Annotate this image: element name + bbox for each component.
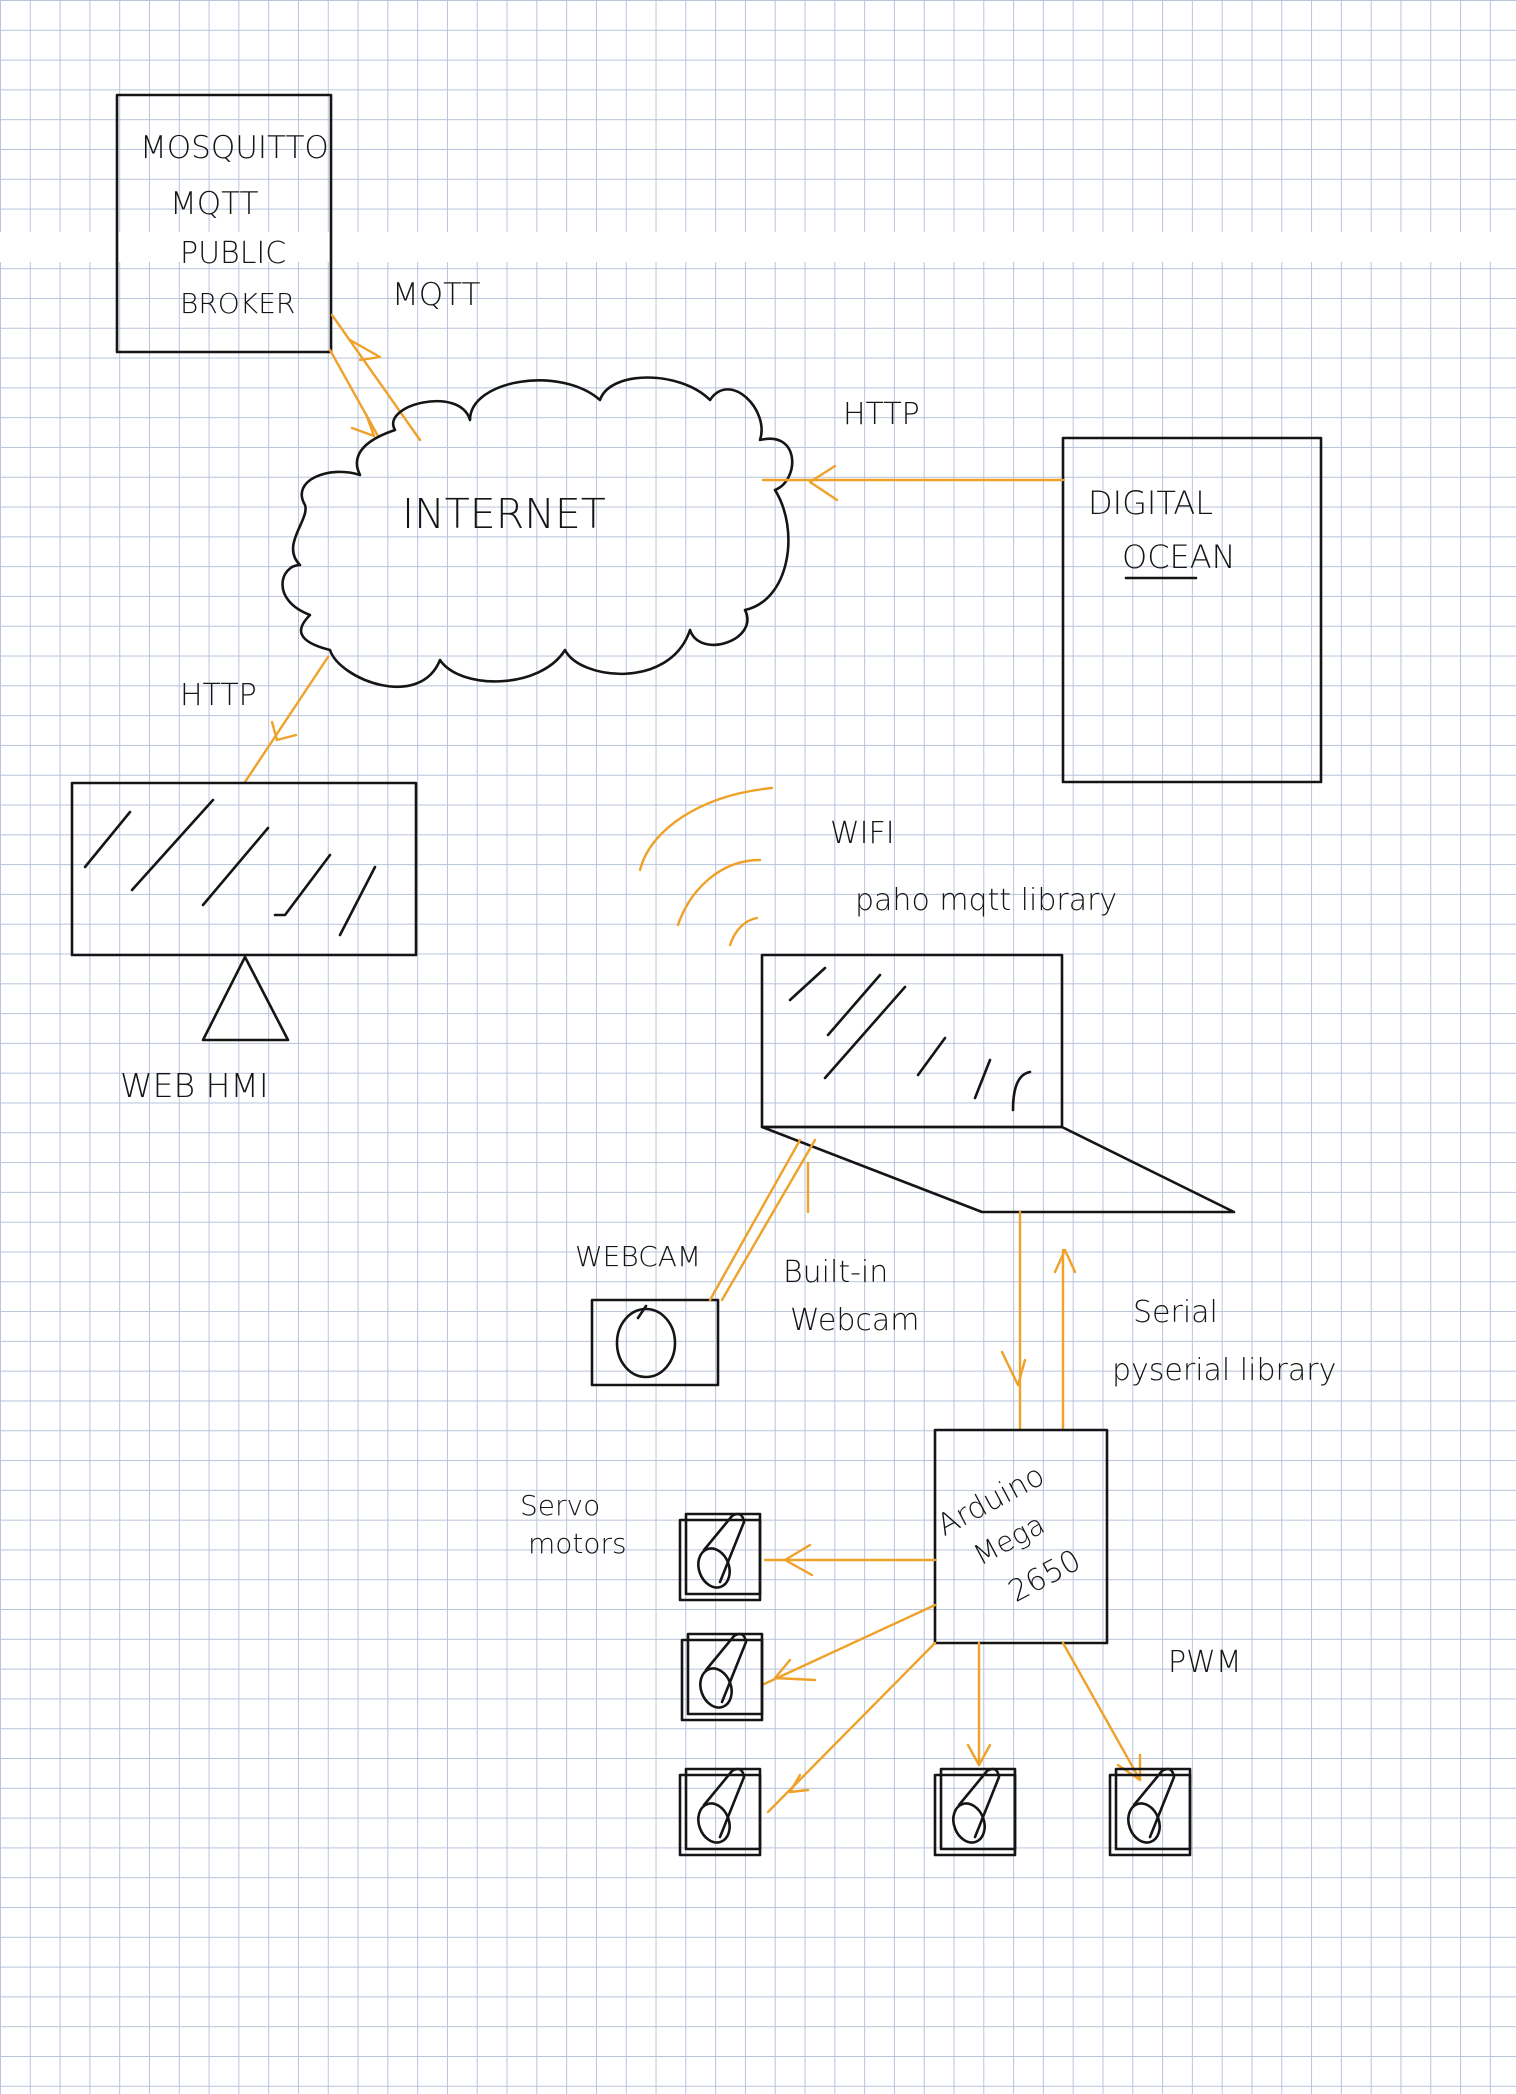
web-hmi-node: WEB HMI: [70, 781, 418, 1105]
servo-icon: [680, 1632, 764, 1722]
digital-ocean-node: DIGITAL OCEAN: [1061, 436, 1323, 784]
servo-icon: [1108, 1767, 1192, 1857]
laptop-screen: [760, 953, 1064, 1129]
internet-label: INTERNET: [402, 490, 606, 538]
digital-ocean-label-2: OCEAN: [1122, 538, 1236, 576]
http-do-label: HTTP: [843, 397, 920, 432]
servo-motor-3: [678, 1767, 762, 1857]
http-hmi-label: HTTP: [180, 678, 257, 713]
system-diagram: MOSQUITTO MQTT PUBLIC BROKER MQTT INTERN…: [0, 93, 1516, 1857]
pwm-arrows: [760, 1543, 1142, 1814]
webcam-lens-icon: [615, 1307, 677, 1379]
laptop-node: [760, 953, 1236, 1214]
wifi-icon: [638, 786, 774, 947]
servo-motor-2: [680, 1632, 764, 1722]
screen-glare-icon: [83, 798, 377, 937]
broker-label-1: MOSQUITTO: [140, 130, 329, 166]
mqtt-link-label: MQTT: [392, 277, 481, 313]
broker-label-3: PUBLIC: [180, 236, 286, 271]
paho-label: paho mqtt library: [855, 883, 1117, 918]
webcam-lens-mark: [636, 1304, 648, 1320]
web-hmi-label: WEB HMI: [120, 1066, 269, 1105]
broker-node: MOSQUITTO MQTT PUBLIC BROKER: [115, 93, 333, 354]
broker-internet-arrows: [328, 313, 422, 442]
serial-label: Serial: [1133, 1295, 1218, 1330]
webcam-box: [590, 1298, 720, 1387]
internet-hmi-arrow: [243, 655, 330, 784]
servo-motor-1: [678, 1512, 762, 1602]
servo-motor-5: [1108, 1767, 1192, 1857]
builtin-label-2: Webcam: [790, 1303, 920, 1338]
monitor-stand-icon: [201, 955, 290, 1042]
servo-icon: [678, 1512, 762, 1602]
laptop-glare-icon: [788, 966, 1032, 1112]
servo-label-1: Servo: [520, 1489, 600, 1522]
internet-cloud: INTERNET: [281, 376, 794, 688]
arduino-node: Arduino Mega 2650: [931, 1428, 1109, 1645]
servo-icon: [678, 1767, 762, 1857]
broker-label-4: BROKER: [180, 287, 295, 320]
webcam-node: WEBCAM: [575, 1240, 720, 1387]
digital-ocean-label-1: DIGITAL: [1088, 484, 1213, 522]
wifi-label: WIFI: [830, 816, 895, 851]
servo-motor-4: [933, 1767, 1017, 1857]
broker-label-2: MQTT: [170, 186, 259, 222]
pwm-label: PWM: [1168, 1645, 1242, 1680]
laptop-arduino-serial: [1000, 1210, 1077, 1432]
servo-label-2: motors: [528, 1527, 627, 1560]
builtin-label-1: Built-in: [783, 1255, 888, 1290]
do-internet-arrow: [761, 464, 1065, 502]
laptop-keyboard: [760, 1125, 1236, 1214]
pyserial-label: pyserial library: [1112, 1353, 1336, 1388]
webcam-label: WEBCAM: [575, 1240, 701, 1273]
monitor-screen: [70, 781, 418, 957]
servo-icon: [933, 1767, 1017, 1857]
